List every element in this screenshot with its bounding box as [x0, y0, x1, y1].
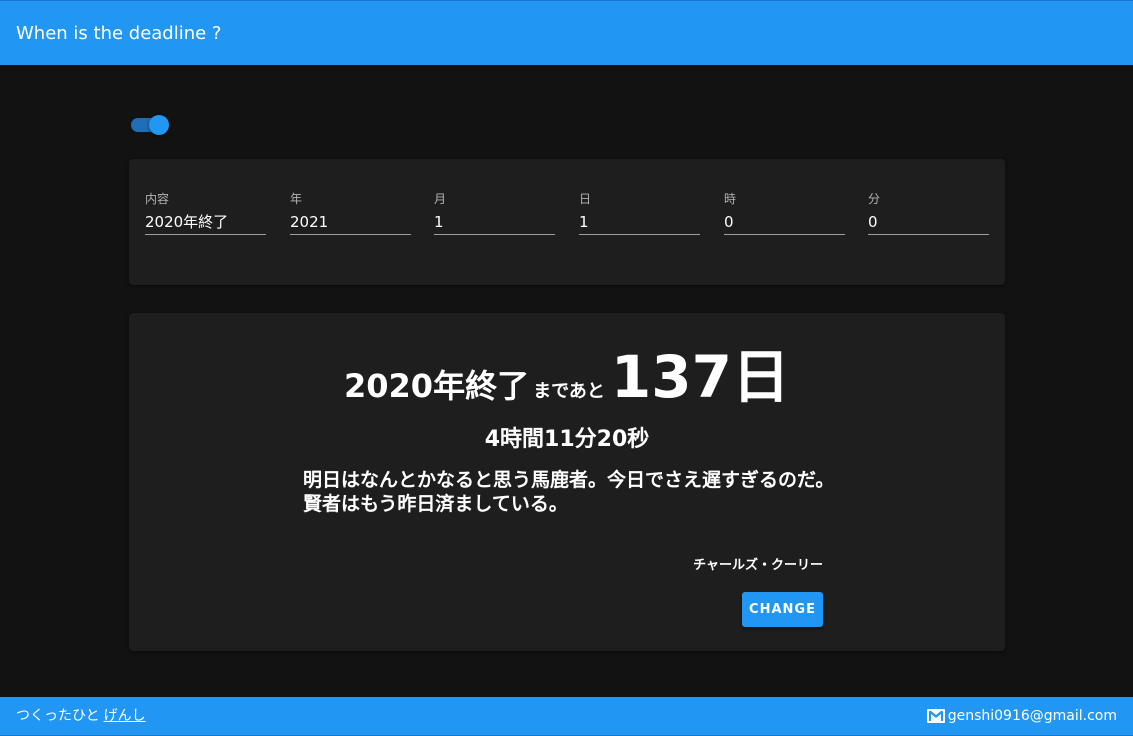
change-button[interactable]: CHANGE [742, 592, 823, 627]
field-label-year: 年 [290, 192, 303, 206]
toggle-switch[interactable] [131, 115, 169, 135]
footer: つくったひと げんし genshi0916@gmail.com [0, 697, 1133, 736]
field-label-hour: 時 [724, 192, 737, 206]
quote-author: チャールズ・クーリー [693, 558, 823, 573]
time-remaining: 4時間11分20秒 [484, 427, 650, 452]
footer-contact: genshi0916@gmail.com [926, 707, 1117, 725]
hour-input[interactable] [724, 209, 845, 235]
field-label-day: 日 [579, 192, 592, 206]
creator-prefix: つくったひと [16, 708, 100, 724]
mail-icon [926, 709, 945, 723]
deadline-form-card: 内容 年 月 日 時 分 [129, 159, 1005, 285]
day-input[interactable] [579, 209, 700, 235]
until-label: まであと [533, 381, 605, 402]
year-input[interactable] [290, 209, 411, 235]
app-root: When is the deadline ? 内容 年 月 日 時 分 [0, 0, 1133, 736]
days-remaining: 137日 [610, 343, 790, 411]
month-input[interactable] [434, 209, 555, 235]
countdown-headline: 2020年終了 まであと 137日 [129, 330, 1005, 414]
creator-link[interactable]: げんし [104, 708, 146, 724]
countdown-card: 2020年終了 まであと 137日 4時間11分20秒 明日はなんとかなると思う馬鹿… [129, 313, 1005, 651]
event-name: 2020年終了 [344, 367, 530, 405]
app-title: When is the deadline ? [16, 23, 222, 44]
field-label-month: 月 [434, 192, 447, 206]
app-bar: When is the deadline ? [0, 0, 1133, 65]
field-label-content: 内容 [145, 192, 170, 206]
minute-input[interactable] [868, 209, 989, 235]
content-input[interactable] [145, 209, 266, 235]
email-link[interactable]: genshi0916@gmail.com [948, 707, 1117, 725]
footer-credit: つくったひと げんし [16, 707, 146, 725]
quote-text: 明日はなんとかなると思う馬鹿者。今日でさえ遅すぎるのだ。賢者はもう昨日済ましてい… [303, 469, 835, 515]
field-label-minute: 分 [868, 192, 881, 206]
toggle-thumb[interactable] [149, 115, 169, 135]
